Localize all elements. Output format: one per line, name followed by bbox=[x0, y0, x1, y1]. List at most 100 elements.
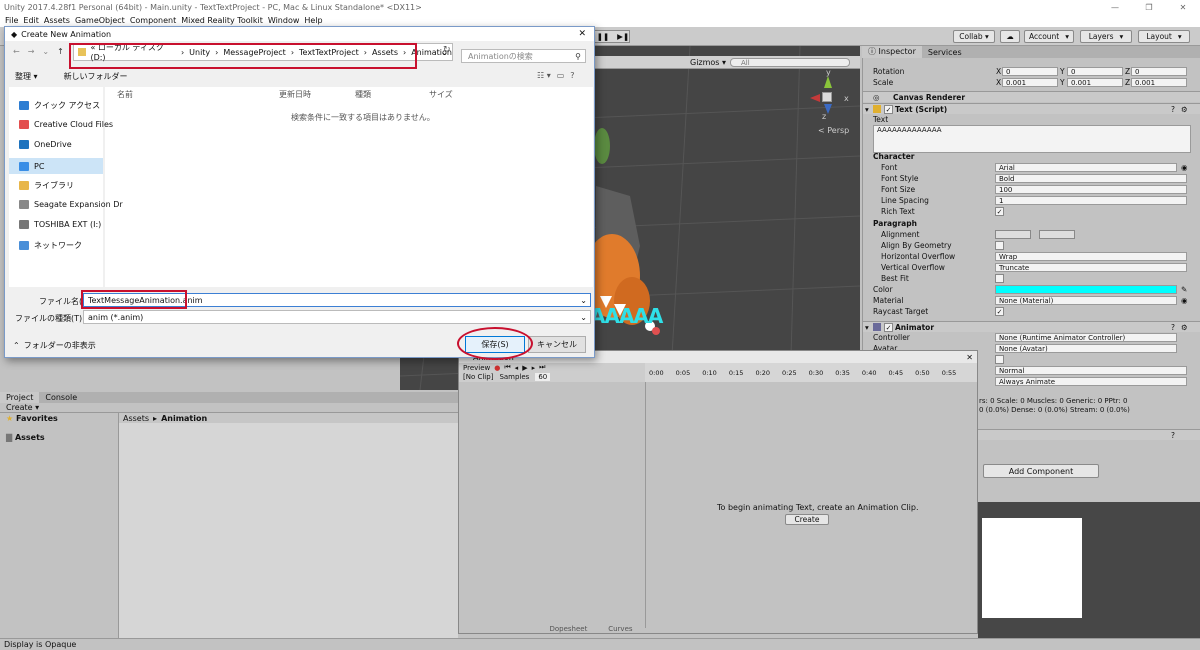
chevron-down-icon[interactable]: ⌄ bbox=[580, 296, 590, 305]
menu-file[interactable]: File bbox=[5, 16, 18, 25]
next-key-icon[interactable]: ▸ bbox=[532, 364, 536, 372]
col-size[interactable]: サイズ bbox=[429, 89, 453, 100]
line-spacing-field[interactable]: 1 bbox=[995, 196, 1187, 205]
rich-text-checkbox[interactable]: ✓ bbox=[995, 207, 1004, 216]
menu-gameobject[interactable]: GameObject bbox=[75, 16, 125, 25]
menu-mrtk[interactable]: Mixed Reality Toolkit bbox=[181, 16, 263, 25]
material-field[interactable]: None (Material) bbox=[995, 296, 1177, 305]
collab-button[interactable]: Collab ▾ bbox=[953, 30, 995, 43]
cancel-button[interactable]: キャンセル bbox=[528, 336, 586, 353]
eyedropper-icon[interactable]: ✎ bbox=[1181, 285, 1187, 294]
tab-project[interactable]: Project bbox=[0, 392, 40, 403]
view-list-icon[interactable]: ☷ ▾ bbox=[537, 71, 551, 80]
font-size-field[interactable]: 100 bbox=[995, 185, 1187, 194]
project-content[interactable]: Assets ▸ Animation bbox=[118, 413, 458, 638]
back-arrow-icon[interactable]: ← bbox=[13, 47, 20, 56]
create-clip-button[interactable]: Create bbox=[785, 514, 829, 525]
scale-x-field[interactable]: 0.001 bbox=[1002, 78, 1058, 87]
nav-quick-access[interactable]: クイック アクセス bbox=[19, 100, 100, 111]
gizmos-dropdown[interactable]: Gizmos ▾ bbox=[690, 58, 726, 67]
nav-library[interactable]: ライブラリ bbox=[19, 180, 74, 191]
horizontal-alignment-buttons[interactable] bbox=[995, 230, 1031, 239]
close-window-icon[interactable]: ✕ bbox=[1166, 3, 1200, 12]
assets-item[interactable]: ▇ Assets bbox=[6, 433, 45, 442]
prev-key-icon[interactable]: ◂ bbox=[515, 364, 519, 372]
timeline-ruler[interactable]: 0:00 0:05 0:10 0:15 0:20 0:25 0:30 0:35 … bbox=[645, 363, 977, 382]
foldout-arrow-icon[interactable]: ▾ bbox=[865, 323, 869, 332]
cloud-icon[interactable]: ☁ bbox=[1000, 30, 1020, 43]
object-picker-icon[interactable]: ◉ bbox=[1181, 296, 1188, 305]
nav-network[interactable]: ネットワーク bbox=[19, 240, 82, 251]
step-icon[interactable]: ▶❚ bbox=[617, 32, 629, 41]
foldout-arrow-icon[interactable]: ▾ bbox=[865, 105, 869, 114]
nav-onedrive[interactable]: OneDrive bbox=[19, 140, 72, 149]
avatar-field[interactable]: None (Avatar) bbox=[995, 344, 1177, 353]
col-modified[interactable]: 更新日時 bbox=[279, 89, 311, 100]
help-icon[interactable]: ? bbox=[1171, 323, 1175, 332]
breadcrumb-assets[interactable]: Assets bbox=[123, 414, 149, 423]
menu-edit[interactable]: Edit bbox=[23, 16, 39, 25]
col-name[interactable]: 名前 bbox=[117, 89, 133, 100]
account-button[interactable]: Account ▾ bbox=[1024, 30, 1074, 43]
dialog-close-icon[interactable]: ✕ bbox=[578, 29, 594, 39]
menu-assets[interactable]: Assets bbox=[44, 16, 70, 25]
help-icon[interactable]: ? bbox=[570, 71, 574, 80]
layout-button[interactable]: Layout ▾ bbox=[1138, 30, 1190, 43]
rotation-z-field[interactable]: 0 bbox=[1131, 67, 1187, 76]
minimize-icon[interactable]: — bbox=[1098, 3, 1132, 12]
nav-pc[interactable]: PC bbox=[9, 158, 103, 174]
close-icon[interactable]: ✕ bbox=[966, 353, 977, 362]
raycast-checkbox[interactable]: ✓ bbox=[995, 307, 1004, 316]
menu-help[interactable]: Help bbox=[304, 16, 322, 25]
rotation-y-field[interactable]: 0 bbox=[1067, 67, 1123, 76]
canvas-renderer-header[interactable]: ◎ Canvas Renderer bbox=[863, 91, 1200, 102]
menu-window[interactable]: Window bbox=[268, 16, 300, 25]
preview-toggle[interactable]: Preview bbox=[463, 364, 490, 372]
animator-enabled-checkbox[interactable]: ✓ bbox=[884, 322, 893, 332]
preview-pane-icon[interactable]: ▭ bbox=[557, 71, 565, 80]
dialog-search-input[interactable]: Animationの検索 ⚲ bbox=[461, 49, 586, 63]
create-dropdown[interactable]: Create ▾ bbox=[6, 403, 39, 412]
settings-gear-icon[interactable]: ⚙ bbox=[1181, 105, 1188, 114]
scale-y-field[interactable]: 0.001 bbox=[1067, 78, 1123, 87]
organize-menu[interactable]: 整理 ▾ bbox=[15, 71, 38, 82]
tab-curves[interactable]: Curves bbox=[608, 625, 632, 633]
rotation-x-field[interactable]: 0 bbox=[1002, 67, 1058, 76]
v-overflow-dropdown[interactable]: Truncate bbox=[995, 263, 1187, 272]
tab-services[interactable]: Services bbox=[922, 48, 968, 57]
align-geometry-checkbox[interactable] bbox=[995, 241, 1004, 250]
chevron-down-icon[interactable]: ⌄ bbox=[580, 313, 590, 322]
best-fit-checkbox[interactable] bbox=[995, 274, 1004, 283]
tab-console[interactable]: Console bbox=[39, 393, 83, 402]
col-type[interactable]: 種類 bbox=[355, 89, 371, 100]
forward-arrow-icon[interactable]: → bbox=[28, 47, 35, 56]
tab-dopesheet[interactable]: Dopesheet bbox=[549, 625, 587, 633]
font-style-dropdown[interactable]: Bold bbox=[995, 174, 1187, 183]
layers-button[interactable]: Layers ▾ bbox=[1080, 30, 1132, 43]
root-motion-checkbox[interactable] bbox=[995, 355, 1004, 364]
nav-creative-cloud[interactable]: Creative Cloud Files bbox=[19, 120, 113, 129]
clip-dropdown[interactable]: [No Clip] bbox=[463, 373, 493, 381]
dropdown-icon[interactable]: ⌄ bbox=[42, 47, 49, 56]
samples-field[interactable]: 60 bbox=[535, 373, 551, 381]
hide-folders-toggle[interactable]: ⌃ フォルダーの非表示 bbox=[13, 340, 96, 351]
help-icon[interactable]: ? bbox=[1171, 431, 1175, 440]
object-picker-icon[interactable]: ◉ bbox=[1181, 163, 1188, 172]
update-mode-dropdown[interactable]: Normal bbox=[995, 366, 1187, 375]
maximize-icon[interactable]: ❐ bbox=[1132, 3, 1166, 12]
first-key-icon[interactable]: ⏮ bbox=[504, 363, 510, 372]
tab-inspector[interactable]: ⓘ Inspector bbox=[862, 46, 922, 58]
pause-icon[interactable]: ❚❚ bbox=[597, 32, 610, 41]
filetype-dropdown[interactable]: anim (*.anim) ⌄ bbox=[83, 310, 591, 324]
text-enabled-checkbox[interactable]: ✓ bbox=[884, 104, 893, 114]
file-list[interactable]: 名前 更新日時 種類 サイズ 検索条件に一致する項目はありません。 bbox=[105, 87, 593, 287]
h-overflow-dropdown[interactable]: Wrap bbox=[995, 252, 1187, 261]
text-script-header[interactable]: ▾ ✓ Text (Script) ? ⚙ bbox=[863, 103, 1200, 114]
scene-search-input[interactable]: All bbox=[730, 57, 850, 67]
culling-mode-dropdown[interactable]: Always Animate bbox=[995, 377, 1187, 386]
nav-toshiba[interactable]: TOSHIBA EXT (I:) bbox=[19, 220, 101, 229]
favorites-item[interactable]: ★ Favorites bbox=[6, 414, 58, 423]
last-key-icon[interactable]: ⏭ bbox=[539, 363, 545, 372]
settings-gear-icon[interactable]: ⚙ bbox=[1181, 323, 1188, 332]
add-component-button[interactable]: Add Component bbox=[983, 464, 1099, 478]
